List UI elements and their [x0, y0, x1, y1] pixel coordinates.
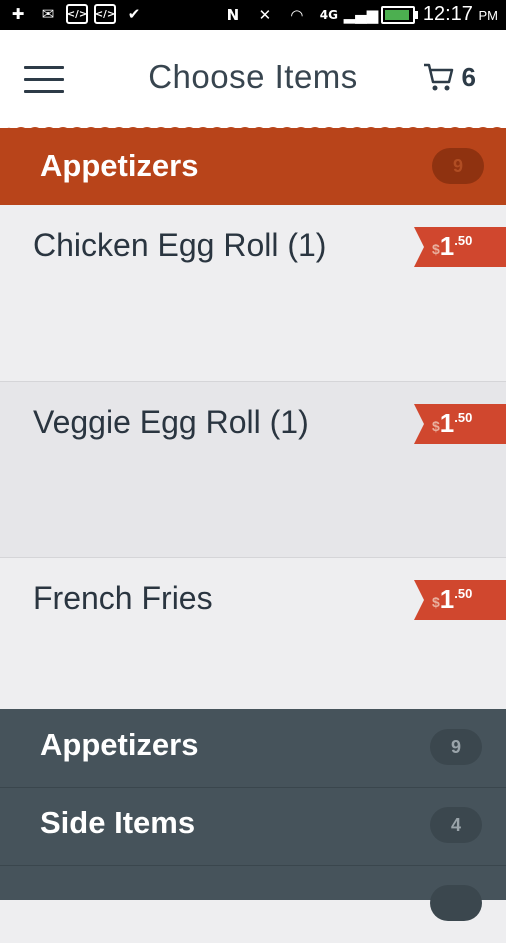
clock-ampm: PM: [478, 8, 499, 23]
clock: 12:17 PM: [423, 3, 498, 26]
category-nav: Appetizers 9 Side Items 4: [0, 709, 506, 921]
app-header: Choose Items 6: [0, 30, 506, 128]
status-bar: ✚ ✉ </> </> ✔ N ✕ ◠ 4G ▂▄▆ 12:17 PM: [0, 0, 506, 30]
category-count-badge: 9: [432, 148, 484, 184]
code-icon-2: </>: [94, 4, 116, 24]
price-currency: $: [432, 418, 440, 434]
price-tag: $1.50: [414, 404, 506, 444]
cart-count: 6: [461, 61, 476, 92]
price-dollars: 1: [439, 408, 455, 438]
price-tag: $1.50: [414, 227, 506, 267]
menu-item[interactable]: Chicken Egg Roll (1) $1.50: [0, 205, 506, 382]
item-name: French Fries: [33, 580, 213, 616]
nav-item-label: Side Items: [40, 805, 196, 840]
nfc-icon: N: [226, 5, 240, 24]
price-currency: $: [432, 241, 440, 257]
notification-icons: ✚ ✉ </> </> ✔: [6, 3, 146, 25]
cart-button[interactable]: 6: [422, 60, 476, 94]
nav-item-label: Appetizers: [40, 727, 199, 762]
mute-icon: ✕: [258, 5, 272, 24]
clock-time: 12:17: [422, 3, 473, 25]
code-icon: </>: [66, 4, 88, 24]
price-currency: $: [432, 594, 440, 610]
mail-icon: ✉: [41, 5, 55, 23]
price-dollars: 1: [439, 231, 455, 261]
nav-item-count-badge: [430, 885, 482, 921]
price-tag: $1.50: [414, 580, 506, 620]
system-icons: N ✕ ◠ 4G ▂▄▆ 12:17 PM: [221, 3, 498, 26]
price-cents: .50: [454, 410, 473, 425]
nav-item-next[interactable]: [0, 865, 506, 943]
category-header[interactable]: Appetizers 9: [0, 128, 506, 205]
battery-icon: [380, 5, 418, 24]
item-name: Veggie Egg Roll (1): [33, 404, 309, 440]
scallop-divider: [0, 127, 506, 134]
wifi-icon: ◠: [291, 5, 303, 24]
nav-item-count-badge: 4: [430, 807, 482, 843]
signal-icon: ▂▄▆: [343, 5, 379, 24]
menu-item[interactable]: French Fries $1.50: [0, 558, 506, 709]
category-title: Appetizers: [40, 148, 199, 183]
check-circle-icon: ✔: [127, 5, 141, 23]
nav-item-count-badge: 9: [430, 729, 482, 765]
price-dollars: 1: [439, 584, 455, 614]
price-cents: .50: [454, 586, 473, 601]
nav-item-appetizers[interactable]: Appetizers 9: [0, 709, 506, 788]
cart-icon: [423, 63, 453, 91]
menu-item[interactable]: Veggie Egg Roll (1) $1.50: [0, 382, 506, 558]
item-name: Chicken Egg Roll (1): [33, 227, 327, 263]
network-type-label: 4G: [319, 7, 338, 22]
add-icon: ✚: [11, 5, 25, 23]
nav-item-side-items[interactable]: Side Items 4: [0, 787, 506, 866]
price-cents: .50: [454, 233, 473, 248]
